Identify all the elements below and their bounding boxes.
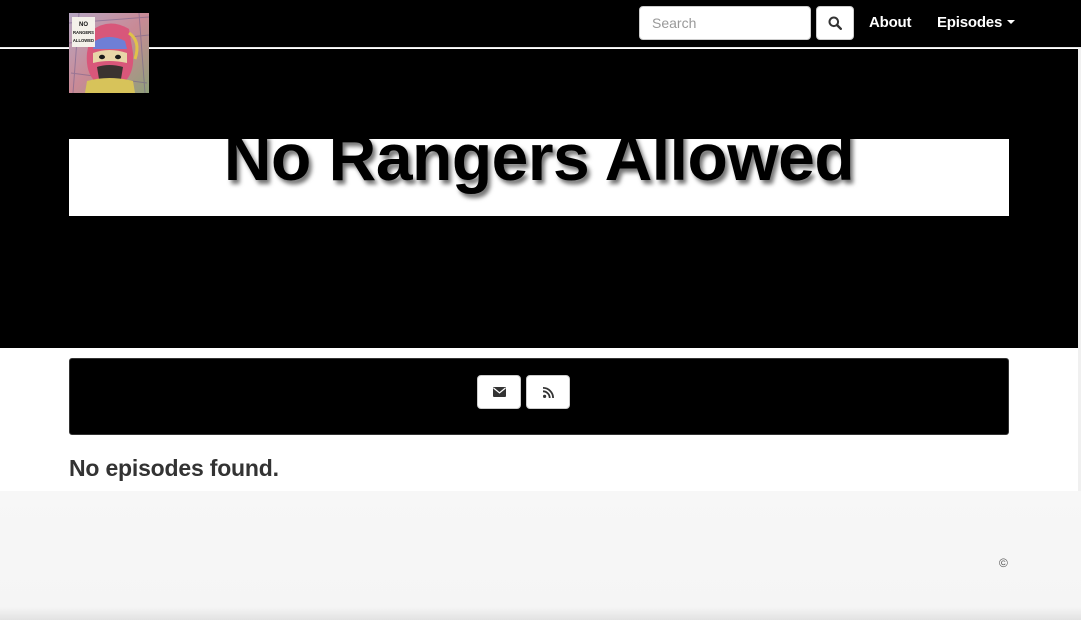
svg-text:ALLOWED: ALLOWED (73, 38, 94, 43)
podcast-title: No Rangers Allowed (223, 120, 855, 195)
no-episodes-message: No episodes found. (69, 455, 279, 481)
envelope-icon (492, 387, 506, 397)
rss-icon (542, 386, 554, 398)
email-subscribe-button[interactable] (477, 375, 521, 409)
subscribe-panel (69, 358, 1009, 435)
search-button[interactable] (816, 6, 854, 40)
podcast-logo[interactable]: NO RANGERS ALLOWED (69, 13, 149, 93)
podcast-artwork-image: NO RANGERS ALLOWED (69, 13, 149, 93)
caret-down-icon (1007, 20, 1016, 25)
nav-episodes-label: Episodes (937, 14, 1003, 31)
header-banner: No Rangers Allowed (69, 124, 1009, 216)
top-navbar: About Episodes (0, 0, 1081, 48)
search-input[interactable] (639, 6, 811, 40)
svg-text:RANGERS: RANGERS (73, 30, 94, 35)
podcast-header: No Rangers Allowed (0, 49, 1078, 348)
copyright-text: © (999, 556, 1008, 570)
search-icon (828, 16, 842, 30)
nav-episodes-dropdown[interactable]: Episodes (937, 14, 1016, 31)
nav-about-link[interactable]: About (869, 14, 912, 31)
rss-subscribe-button[interactable] (526, 375, 570, 409)
svg-text:NO: NO (79, 22, 88, 28)
page-footer: © (0, 491, 1081, 620)
